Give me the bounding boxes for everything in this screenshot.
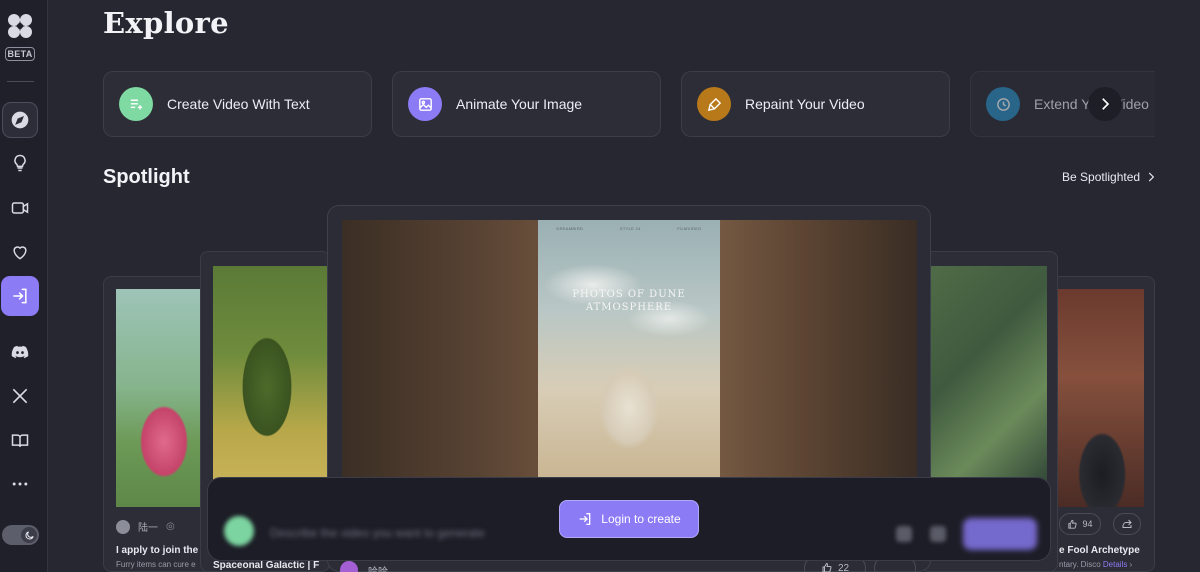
feature-carousel: Create Video With Text Animate Your Imag…	[103, 71, 1155, 137]
video-camera-icon	[11, 202, 29, 214]
card-description: Furry items can cure e	[116, 560, 196, 569]
sidebar-item-docs[interactable]	[2, 423, 38, 459]
featured-author-row: 哈哈	[340, 561, 388, 572]
avatar	[116, 519, 130, 534]
sidebar-item-explore[interactable]	[2, 102, 38, 138]
login-label: Login to create	[601, 512, 681, 526]
feature-card-animate-image[interactable]: Animate Your Image	[392, 71, 661, 137]
feature-label: Repaint Your Video	[745, 96, 865, 112]
feature-label: Animate Your Image	[456, 96, 583, 112]
text-to-video-icon	[119, 87, 153, 121]
sidebar-item-x[interactable]	[2, 378, 38, 414]
settings-icon[interactable]	[896, 526, 912, 542]
sidebar-divider	[7, 81, 34, 82]
be-spotlighted-link[interactable]: Be Spotlighted	[1062, 170, 1158, 184]
like-button[interactable]: 94	[1059, 513, 1101, 535]
moon-icon	[21, 527, 37, 543]
theme-toggle[interactable]	[2, 525, 39, 545]
card-title: Spaceonal Galactic | F	[213, 560, 320, 571]
sidebar-item-favorites[interactable]	[2, 234, 38, 270]
generate-button[interactable]	[963, 518, 1037, 550]
sidebar-item-videos[interactable]	[2, 190, 38, 226]
spotlight-card[interactable]: 陆一 ◎ I apply to join the Furry items can…	[103, 276, 213, 572]
card-author: 哈哈	[368, 566, 388, 572]
app-logo-icon[interactable]	[6, 12, 34, 40]
share-icon	[1122, 519, 1132, 528]
card-thumbnail: DREAMBIRD STYLE 24 FILMVIDEO PHOTOS OF D…	[538, 220, 720, 480]
compass-icon	[11, 111, 29, 129]
poster-header: DREAMBIRD STYLE 24 FILMVIDEO	[556, 226, 702, 231]
card-author-row: 陆一 ◎	[116, 519, 175, 534]
card-title: I apply to join the	[116, 545, 199, 556]
card-thumbnail	[213, 266, 329, 486]
sidebar-item-discord[interactable]	[2, 334, 38, 370]
more-horizontal-icon	[12, 482, 28, 486]
poster-title: PHOTOS OF DUNE ATMOSPHERE	[572, 289, 686, 313]
thumbs-up-icon	[822, 562, 832, 572]
sidebar-item-inspiration[interactable]	[2, 145, 38, 181]
sidebar-item-more[interactable]	[2, 466, 38, 502]
card-description: ntary. Disco Details ›	[1059, 560, 1133, 569]
image-icon	[408, 87, 442, 121]
discord-icon	[11, 345, 29, 359]
details-link[interactable]: Details	[1103, 560, 1127, 569]
login-icon	[13, 288, 27, 304]
x-logo-icon	[12, 388, 28, 404]
chevron-right-icon	[1102, 98, 1110, 110]
card-title: e Fool Archetype	[1059, 545, 1140, 556]
card-author: 陆一	[138, 523, 158, 534]
feature-label: Create Video With Text	[167, 96, 310, 112]
prompt-input[interactable]: Describe the video you want to generate	[270, 526, 485, 540]
avatar	[340, 561, 358, 572]
feature-card-extend-video[interactable]: Extend Your Video	[970, 71, 1155, 137]
beta-badge: BETA	[5, 47, 35, 61]
book-icon	[11, 434, 29, 447]
clock-icon	[986, 87, 1020, 121]
like-count: 94	[1082, 519, 1093, 529]
sidebar: BETA	[0, 0, 48, 572]
heart-icon	[13, 246, 27, 260]
share-button[interactable]	[1113, 513, 1141, 535]
spotlight-title: Spotlight	[103, 166, 190, 188]
brush-icon	[697, 87, 731, 121]
card-thumbnail	[1051, 289, 1144, 507]
chevron-right-icon	[1148, 172, 1155, 182]
page-title: Explore	[103, 6, 229, 40]
instagram-icon: ◎	[166, 521, 175, 532]
search-icon[interactable]	[930, 526, 946, 542]
feature-card-repaint-video[interactable]: Repaint Your Video	[681, 71, 950, 137]
carousel-next-button[interactable]	[1088, 87, 1122, 121]
feature-card-text-to-video[interactable]: Create Video With Text	[103, 71, 372, 137]
like-count: 22	[837, 562, 850, 572]
lightbulb-icon	[14, 154, 26, 172]
be-spotlighted-label: Be Spotlighted	[1062, 170, 1141, 184]
thumbs-up-icon	[1068, 519, 1078, 529]
login-icon	[579, 513, 591, 525]
login-to-create-button[interactable]: Login to create	[559, 500, 699, 538]
avatar	[224, 516, 254, 546]
card-thumbnail	[931, 266, 1047, 486]
sidebar-item-login[interactable]	[1, 276, 39, 316]
card-thumbnail	[116, 289, 212, 507]
